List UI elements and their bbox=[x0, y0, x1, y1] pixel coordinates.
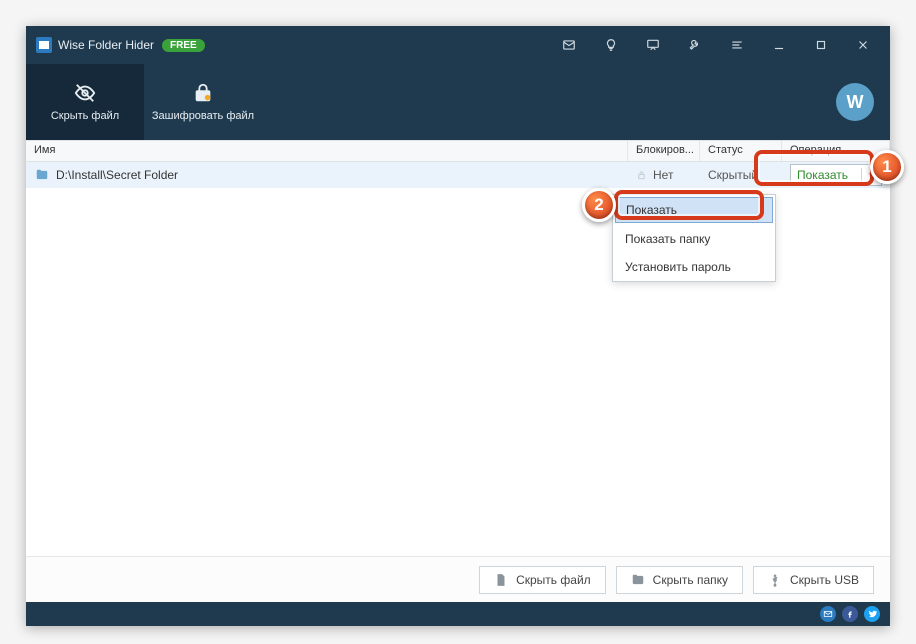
item-status: Скрытый bbox=[708, 168, 758, 182]
file-list: D:\Install\Secret Folder Нет Скрытый Пок… bbox=[26, 162, 890, 556]
operation-dropdown[interactable]: Показать ▾ bbox=[790, 164, 882, 186]
free-badge: FREE bbox=[162, 39, 205, 52]
menu-icon[interactable] bbox=[716, 26, 758, 64]
col-lock[interactable]: Блокиров... bbox=[628, 141, 700, 161]
encrypt-file-label: Зашифровать файл bbox=[152, 110, 254, 122]
hide-file-tab[interactable]: Скрыть файл bbox=[26, 64, 144, 140]
twitter-icon[interactable] bbox=[864, 606, 880, 622]
app-icon bbox=[36, 37, 52, 53]
bottom-action-bar: Скрыть файл Скрыть папку Скрыть USB bbox=[26, 556, 890, 602]
usb-icon bbox=[768, 573, 782, 587]
tool-icon[interactable] bbox=[674, 26, 716, 64]
main-toolbar: Скрыть файл Зашифровать файл W bbox=[26, 64, 890, 140]
hide-file-label: Скрыть файл bbox=[51, 110, 119, 122]
callout-1: 1 bbox=[870, 150, 904, 184]
titlebar: Wise Folder Hider FREE bbox=[26, 26, 890, 64]
folder-icon bbox=[34, 168, 50, 182]
mail-icon[interactable] bbox=[548, 26, 590, 64]
file-icon bbox=[494, 573, 508, 587]
maximize-button[interactable] bbox=[800, 26, 842, 64]
item-path: D:\Install\Secret Folder bbox=[56, 168, 178, 182]
eye-slash-icon bbox=[71, 82, 99, 104]
hide-folder-button[interactable]: Скрыть папку bbox=[616, 566, 743, 594]
avatar[interactable]: W bbox=[836, 83, 874, 121]
app-title: Wise Folder Hider bbox=[58, 38, 154, 52]
menu-show-folder[interactable]: Показать папку bbox=[613, 225, 775, 253]
operation-menu: Показать Показать папку Установить парол… bbox=[612, 194, 776, 282]
lock-icon bbox=[636, 169, 647, 181]
lock-key-icon bbox=[189, 82, 217, 104]
menu-show[interactable]: Показать bbox=[615, 197, 773, 223]
col-name[interactable]: Имя bbox=[26, 141, 628, 161]
footer bbox=[26, 602, 890, 626]
col-status[interactable]: Статус bbox=[700, 141, 782, 161]
hide-file-button[interactable]: Скрыть файл bbox=[479, 566, 606, 594]
feedback-icon[interactable] bbox=[632, 26, 674, 64]
list-item[interactable]: D:\Install\Secret Folder Нет Скрытый Пок… bbox=[26, 162, 890, 188]
operation-label: Показать bbox=[791, 168, 861, 182]
close-button[interactable] bbox=[842, 26, 884, 64]
item-lock: Нет bbox=[653, 168, 673, 182]
lightbulb-icon[interactable] bbox=[590, 26, 632, 64]
encrypt-file-tab[interactable]: Зашифровать файл bbox=[144, 64, 262, 140]
callout-2: 2 bbox=[582, 188, 616, 222]
mail-social-icon[interactable] bbox=[820, 606, 836, 622]
minimize-button[interactable] bbox=[758, 26, 800, 64]
facebook-icon[interactable] bbox=[842, 606, 858, 622]
app-window: Wise Folder Hider FREE Скрыть файл Зашиф… bbox=[26, 26, 890, 626]
hide-usb-button[interactable]: Скрыть USB bbox=[753, 566, 874, 594]
folder-icon bbox=[631, 573, 645, 587]
menu-set-password[interactable]: Установить пароль bbox=[613, 253, 775, 281]
column-headers: Имя Блокиров... Статус Операция bbox=[26, 140, 890, 162]
